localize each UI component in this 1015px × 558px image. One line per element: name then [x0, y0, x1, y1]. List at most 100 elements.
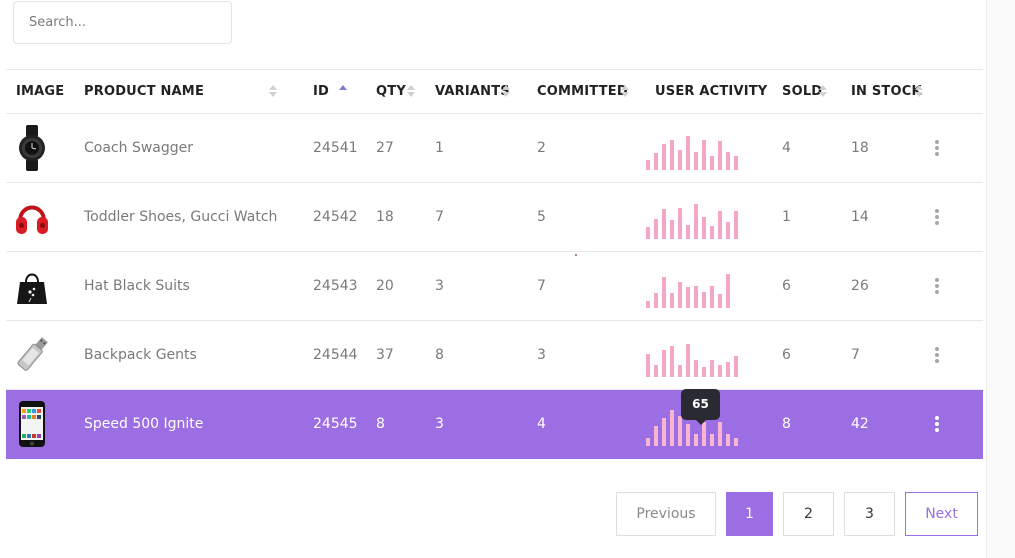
more-options-icon[interactable]: [935, 209, 939, 225]
product-name: Hat Black Suits: [84, 278, 190, 294]
product-in-stock-cell: 7: [840, 320, 943, 390]
sort-icon[interactable]: [915, 84, 923, 98]
row-actions-cell: [935, 251, 983, 321]
activity-bar: [654, 153, 658, 170]
table-row[interactable]: Speed 500 Ignite 24545 8 3 4 8 42: [6, 389, 983, 459]
product-in-stock-cell: 26: [840, 251, 943, 321]
smartwatch-icon: [16, 124, 48, 172]
product-sold: 1: [782, 209, 791, 225]
product-qty-cell: 8: [366, 389, 424, 459]
activity-bar: [678, 150, 682, 170]
column-header-in-stock[interactable]: IN STOCK: [840, 69, 943, 114]
column-header-qty[interactable]: QTY: [366, 69, 424, 114]
activity-sparkline[interactable]: [646, 268, 742, 308]
more-options-icon[interactable]: [935, 278, 939, 294]
product-committed: 3: [537, 347, 546, 363]
user-activity-cell: [644, 320, 771, 390]
product-qty-cell: 18: [366, 182, 424, 252]
sort-icon[interactable]: [407, 84, 415, 98]
sort-icon[interactable]: [502, 84, 510, 98]
activity-bar: [702, 217, 706, 239]
more-options-icon[interactable]: [935, 140, 939, 156]
activity-bar: [654, 219, 658, 239]
product-variants-cell: 1: [424, 113, 526, 183]
handbag-icon: [16, 262, 48, 310]
activity-bar: [710, 360, 714, 377]
product-image-cell: [6, 251, 74, 321]
previous-page-button[interactable]: Previous: [616, 492, 716, 536]
activity-bar: [718, 294, 722, 308]
sort-icon[interactable]: [621, 84, 629, 98]
activity-sparkline[interactable]: [646, 199, 742, 239]
activity-sparkline[interactable]: [646, 130, 742, 170]
page-scrollbar[interactable]: [986, 0, 1015, 558]
usb-drive-icon: [16, 331, 48, 379]
product-id: 24541: [313, 140, 358, 156]
activity-bar: [646, 227, 650, 239]
column-header-committed[interactable]: COMMITTED: [526, 69, 644, 114]
activity-bar: [702, 292, 706, 308]
product-committed-cell: 4: [526, 389, 644, 459]
activity-bar: [726, 274, 730, 308]
activity-bar: [718, 141, 722, 170]
product-committed: 7: [537, 278, 546, 294]
activity-bar: [710, 156, 714, 170]
activity-bar: [670, 220, 674, 239]
activity-bar: [734, 211, 738, 239]
activity-bar: [694, 360, 698, 377]
product-in-stock: 26: [851, 278, 869, 294]
activity-bar: [678, 416, 682, 446]
activity-bar: [726, 362, 730, 377]
product-image-cell: [6, 320, 74, 390]
product-sold: 4: [782, 140, 791, 156]
product-id: 24545: [313, 416, 358, 432]
product-in-stock-cell: 42: [840, 389, 943, 459]
activity-bar: [670, 140, 674, 170]
activity-bar: [678, 365, 682, 377]
column-header-id[interactable]: ID: [303, 69, 366, 114]
activity-bar: [694, 434, 698, 446]
search-input[interactable]: [13, 1, 232, 44]
next-page-button[interactable]: Next: [905, 492, 978, 536]
activity-bar: [694, 204, 698, 239]
sort-ascending-icon[interactable]: [339, 84, 347, 98]
table-row[interactable]: Coach Swagger 24541 27 1 2 4 18: [6, 113, 983, 183]
column-header-product-name[interactable]: PRODUCT NAME: [74, 69, 303, 114]
product-variants: 7: [435, 209, 444, 225]
user-activity-cell: [644, 182, 771, 252]
page-2-button[interactable]: 2: [783, 492, 834, 536]
row-actions-cell: [935, 113, 983, 183]
column-header-variants[interactable]: VARIANTS: [424, 69, 526, 114]
activity-bar: [718, 422, 722, 446]
product-sold: 6: [782, 278, 791, 294]
product-variants-cell: 3: [424, 389, 526, 459]
activity-bar: [686, 136, 690, 170]
activity-bar: [734, 438, 738, 446]
product-name-cell: Backpack Gents: [74, 320, 303, 390]
activity-bar: [662, 144, 666, 170]
sort-icon[interactable]: [269, 84, 277, 98]
activity-sparkline[interactable]: [646, 337, 742, 377]
product-variants: 1: [435, 140, 444, 156]
more-options-icon[interactable]: [935, 347, 939, 363]
table-row[interactable]: Hat Black Suits 24543 20 3 7 6 26: [6, 251, 983, 321]
product-name-cell: Coach Swagger: [74, 113, 303, 183]
column-header-image: IMAGE: [6, 69, 74, 114]
page-3-button[interactable]: 3: [844, 492, 895, 536]
user-activity-cell: [644, 113, 771, 183]
product-qty-cell: 37: [366, 320, 424, 390]
sort-icon[interactable]: [819, 84, 827, 98]
page-1-button[interactable]: 1: [726, 492, 773, 536]
product-sold-cell: 8: [771, 389, 840, 459]
more-options-icon[interactable]: [935, 416, 939, 432]
product-variants: 3: [435, 278, 444, 294]
product-sold: 6: [782, 347, 791, 363]
product-variants: 3: [435, 416, 444, 432]
product-committed-cell: 3: [526, 320, 644, 390]
product-variants-cell: 3: [424, 251, 526, 321]
activity-bar: [662, 277, 666, 308]
product-sold-cell: 6: [771, 320, 840, 390]
table-row[interactable]: Toddler Shoes, Gucci Watch 24542 18 7 5 1 14: [6, 182, 983, 252]
table-row[interactable]: Backpack Gents 24544 37 8 3 6 7: [6, 320, 983, 390]
column-header-sold[interactable]: SOLD: [771, 69, 840, 114]
